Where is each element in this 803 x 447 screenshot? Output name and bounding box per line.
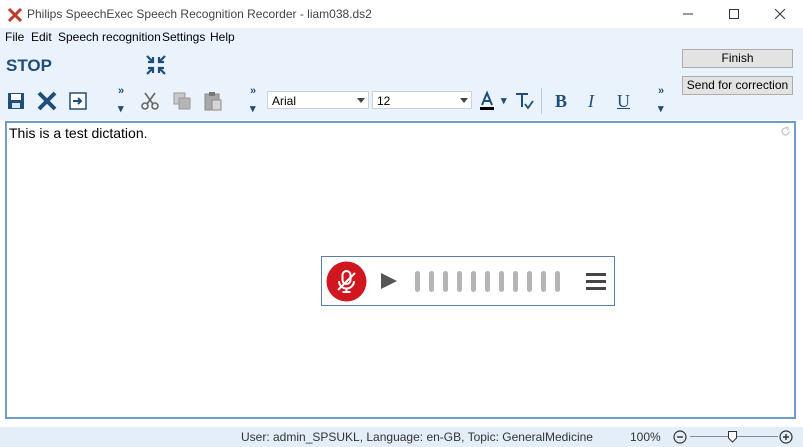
philips-logo-icon bbox=[7, 7, 23, 23]
clear-formatting-icon bbox=[516, 93, 534, 110]
recorder-widget bbox=[321, 256, 615, 306]
chevron-down-icon bbox=[357, 98, 365, 103]
play-icon[interactable] bbox=[380, 272, 398, 290]
underline-button[interactable]: U bbox=[617, 91, 630, 112]
menu-help[interactable]: Help bbox=[210, 30, 235, 44]
close-icon bbox=[775, 9, 785, 19]
collapse-arrows-icon bbox=[146, 55, 166, 75]
font-size-select[interactable]: 12 bbox=[372, 91, 472, 109]
toolbar-dropdown-2[interactable]: ▾ bbox=[250, 104, 256, 115]
font-color-dropdown[interactable]: ▾ bbox=[501, 96, 507, 107]
maximize-icon bbox=[729, 9, 739, 19]
zoom-out-icon[interactable] bbox=[673, 430, 687, 444]
minimize-icon bbox=[683, 13, 693, 15]
toolbar-dropdown-3[interactable]: ▾ bbox=[658, 104, 664, 115]
bold-button[interactable]: B bbox=[555, 91, 567, 112]
paste-button[interactable] bbox=[202, 90, 224, 112]
close-button[interactable] bbox=[757, 0, 803, 28]
window-title: Philips SpeechExec Speech Recognition Re… bbox=[27, 7, 372, 21]
save-icon bbox=[8, 93, 24, 109]
font-family-select[interactable]: Arial bbox=[267, 91, 369, 109]
audio-level-meter bbox=[415, 271, 560, 292]
record-button[interactable] bbox=[326, 261, 367, 302]
toolbar: STOP » ▾ » ▾ Arial 12 ▾ B I U » ▾ Finish… bbox=[0, 46, 803, 120]
toolbar-overflow-4[interactable]: » bbox=[658, 86, 664, 97]
clipboard-icon bbox=[204, 92, 222, 111]
chevron-down-icon bbox=[460, 98, 468, 103]
status-info: User: admin_SPSUKL, Language: en-GB, Top… bbox=[241, 430, 593, 444]
title-bar: Philips SpeechExec Speech Recognition Re… bbox=[0, 0, 803, 28]
italic-button[interactable]: I bbox=[588, 91, 594, 112]
cut-button[interactable] bbox=[139, 90, 161, 112]
zoom-slider-thumb[interactable] bbox=[728, 431, 737, 443]
toolbar-divider bbox=[541, 88, 542, 114]
toolbar-overflow-1[interactable]: » bbox=[118, 86, 124, 97]
discard-button[interactable] bbox=[36, 90, 58, 112]
toolbar-dropdown-1[interactable]: ▾ bbox=[118, 104, 124, 115]
menu-settings[interactable]: Settings bbox=[162, 30, 205, 44]
save-button[interactable] bbox=[5, 90, 27, 112]
copy-icon bbox=[173, 92, 191, 110]
status-bar: User: admin_SPSUKL, Language: en-GB, Top… bbox=[0, 427, 803, 447]
menu-edit[interactable]: Edit bbox=[31, 30, 52, 44]
refresh-icon[interactable] bbox=[780, 126, 791, 137]
menu-speech-recognition[interactable]: Speech recognition bbox=[58, 30, 161, 44]
menu-file[interactable]: File bbox=[5, 30, 24, 44]
insert-button[interactable] bbox=[67, 90, 89, 112]
font-color-icon bbox=[480, 90, 494, 110]
send-for-correction-button[interactable]: Send for correction bbox=[682, 76, 793, 95]
finish-button[interactable]: Finish bbox=[682, 49, 793, 68]
zoom-level: 100% bbox=[630, 430, 661, 444]
dictation-text[interactable]: This is a test dictation. bbox=[9, 125, 148, 141]
recorder-state-label: STOP bbox=[6, 56, 52, 75]
copy-button[interactable] bbox=[171, 90, 193, 112]
font-color-button[interactable] bbox=[477, 90, 499, 112]
font-family-value: Arial bbox=[272, 94, 297, 108]
menu-bar: File Edit Speech recognition Settings He… bbox=[0, 28, 803, 46]
toolbar-overflow-3[interactable]: » bbox=[250, 86, 256, 97]
compact-view-button[interactable] bbox=[145, 54, 167, 76]
maximize-button[interactable] bbox=[711, 0, 757, 28]
minimize-button[interactable] bbox=[665, 0, 711, 28]
clear-format-button[interactable] bbox=[513, 90, 535, 112]
zoom-in-icon[interactable] bbox=[779, 430, 793, 444]
hamburger-menu-icon[interactable] bbox=[586, 273, 606, 290]
scissors-icon bbox=[141, 92, 159, 110]
x-icon bbox=[37, 91, 57, 111]
insert-arrow-icon bbox=[69, 92, 87, 110]
font-size-value: 12 bbox=[377, 94, 391, 108]
